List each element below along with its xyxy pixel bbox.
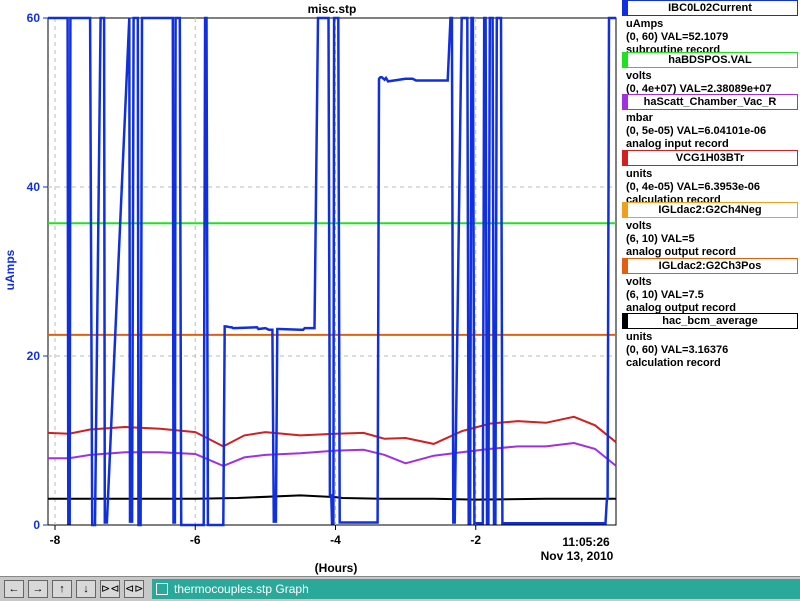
forward-arrow-button[interactable]: →	[28, 580, 48, 598]
legend-unit: units	[626, 331, 653, 343]
legend-entry-name: IGLdac2:G2Ch4Neg	[622, 202, 798, 218]
legend-swatch	[623, 1, 628, 15]
x-tick-label: -2	[470, 533, 481, 547]
expand-button[interactable]: ⊲⊳	[124, 580, 144, 598]
x-tick-label: -8	[50, 533, 61, 547]
chart: -8 -6 -4 -2 0 20 40 60 misc.stp (Hours) uAmps 1…	[3, 2, 617, 575]
y-tick-label: 0	[33, 518, 40, 532]
legend-unit: volts	[626, 276, 652, 288]
legend-range-value: (6, 10) VAL=5	[626, 233, 695, 245]
legend-range-value: (0, 4e-05) VAL=6.3953e-06	[626, 181, 761, 193]
legend-swatch	[623, 203, 628, 217]
legend-swatch	[623, 259, 628, 273]
legend-swatch	[623, 314, 628, 328]
legend-swatch	[623, 151, 628, 165]
back-arrow-button[interactable]: ←	[4, 580, 24, 598]
date-label: Nov 13, 2010	[541, 549, 614, 563]
legend-name-text: hac_bcm_average	[662, 315, 758, 327]
legend-record-type: calculation record	[626, 357, 721, 369]
legend: IBC0L02Current uAmps (0, 60) VAL=52.1079 su…	[620, 0, 800, 576]
legend-unit: volts	[626, 70, 652, 82]
legend-range-value: (0, 5e-05) VAL=6.04101e-06	[626, 125, 767, 137]
taskbar: ← → ↑ ↓ ⊳⊲ ⊲⊳ thermocouples.stp Graph	[0, 576, 800, 601]
legend-entry-name: haBDSPOS.VAL	[622, 52, 798, 68]
collapse-button[interactable]: ⊳⊲	[100, 580, 120, 598]
legend-unit: mbar	[626, 112, 653, 124]
legend-entry-name: IBC0L02Current	[622, 0, 798, 16]
legend-name-text: VCG1H03BTr	[675, 152, 745, 164]
graph-tab-label: thermocouples.stp Graph	[174, 582, 309, 596]
y-tick-label: 60	[27, 11, 41, 25]
legend-range-value: (6, 10) VAL=7.5	[626, 289, 704, 301]
legend-entry-name: IGLdac2:G2Ch3Pos	[622, 258, 798, 274]
x-axis-label: (Hours)	[315, 561, 358, 575]
legend-unit: units	[626, 168, 653, 180]
chart-title: misc.stp	[308, 2, 357, 16]
legend-entry-name: haScatt_Chamber_Vac_R	[622, 94, 798, 110]
legend-name-text: IGLdac2:G2Ch4Neg	[658, 204, 762, 216]
legend-range-value: (0, 60) VAL=52.1079	[626, 31, 729, 43]
legend-swatch	[623, 53, 628, 67]
legend-record-type: analog input record	[626, 138, 729, 150]
up-arrow-button[interactable]: ↑	[52, 580, 72, 598]
time-label: 11:05:26	[562, 535, 610, 549]
legend-entry-name: VCG1H03BTr	[622, 150, 798, 166]
x-tick-label: -6	[190, 533, 201, 547]
legend-record-type: analog output record	[626, 246, 736, 258]
graph-tab-icon	[156, 583, 168, 595]
y-tick-label: 20	[27, 349, 41, 363]
graph-tab[interactable]: thermocouples.stp Graph	[152, 579, 800, 599]
down-arrow-button[interactable]: ↓	[76, 580, 96, 598]
legend-swatch	[623, 95, 628, 109]
legend-unit: uAmps	[626, 18, 664, 30]
legend-name-text: haScatt_Chamber_Vac_R	[643, 96, 777, 108]
legend-range-value: (0, 60) VAL=3.16376	[626, 344, 729, 356]
legend-name-text: IBC0L02Current	[668, 2, 752, 14]
y-tick-label: 40	[27, 180, 41, 194]
y-axis-label: uAmps	[3, 249, 17, 290]
x-tick-label: -4	[330, 533, 341, 547]
legend-name-text: haBDSPOS.VAL	[668, 54, 752, 66]
legend-entry-name: hac_bcm_average	[622, 313, 798, 329]
legend-name-text: IGLdac2:G2Ch3Pos	[658, 260, 762, 272]
legend-unit: volts	[626, 220, 652, 232]
